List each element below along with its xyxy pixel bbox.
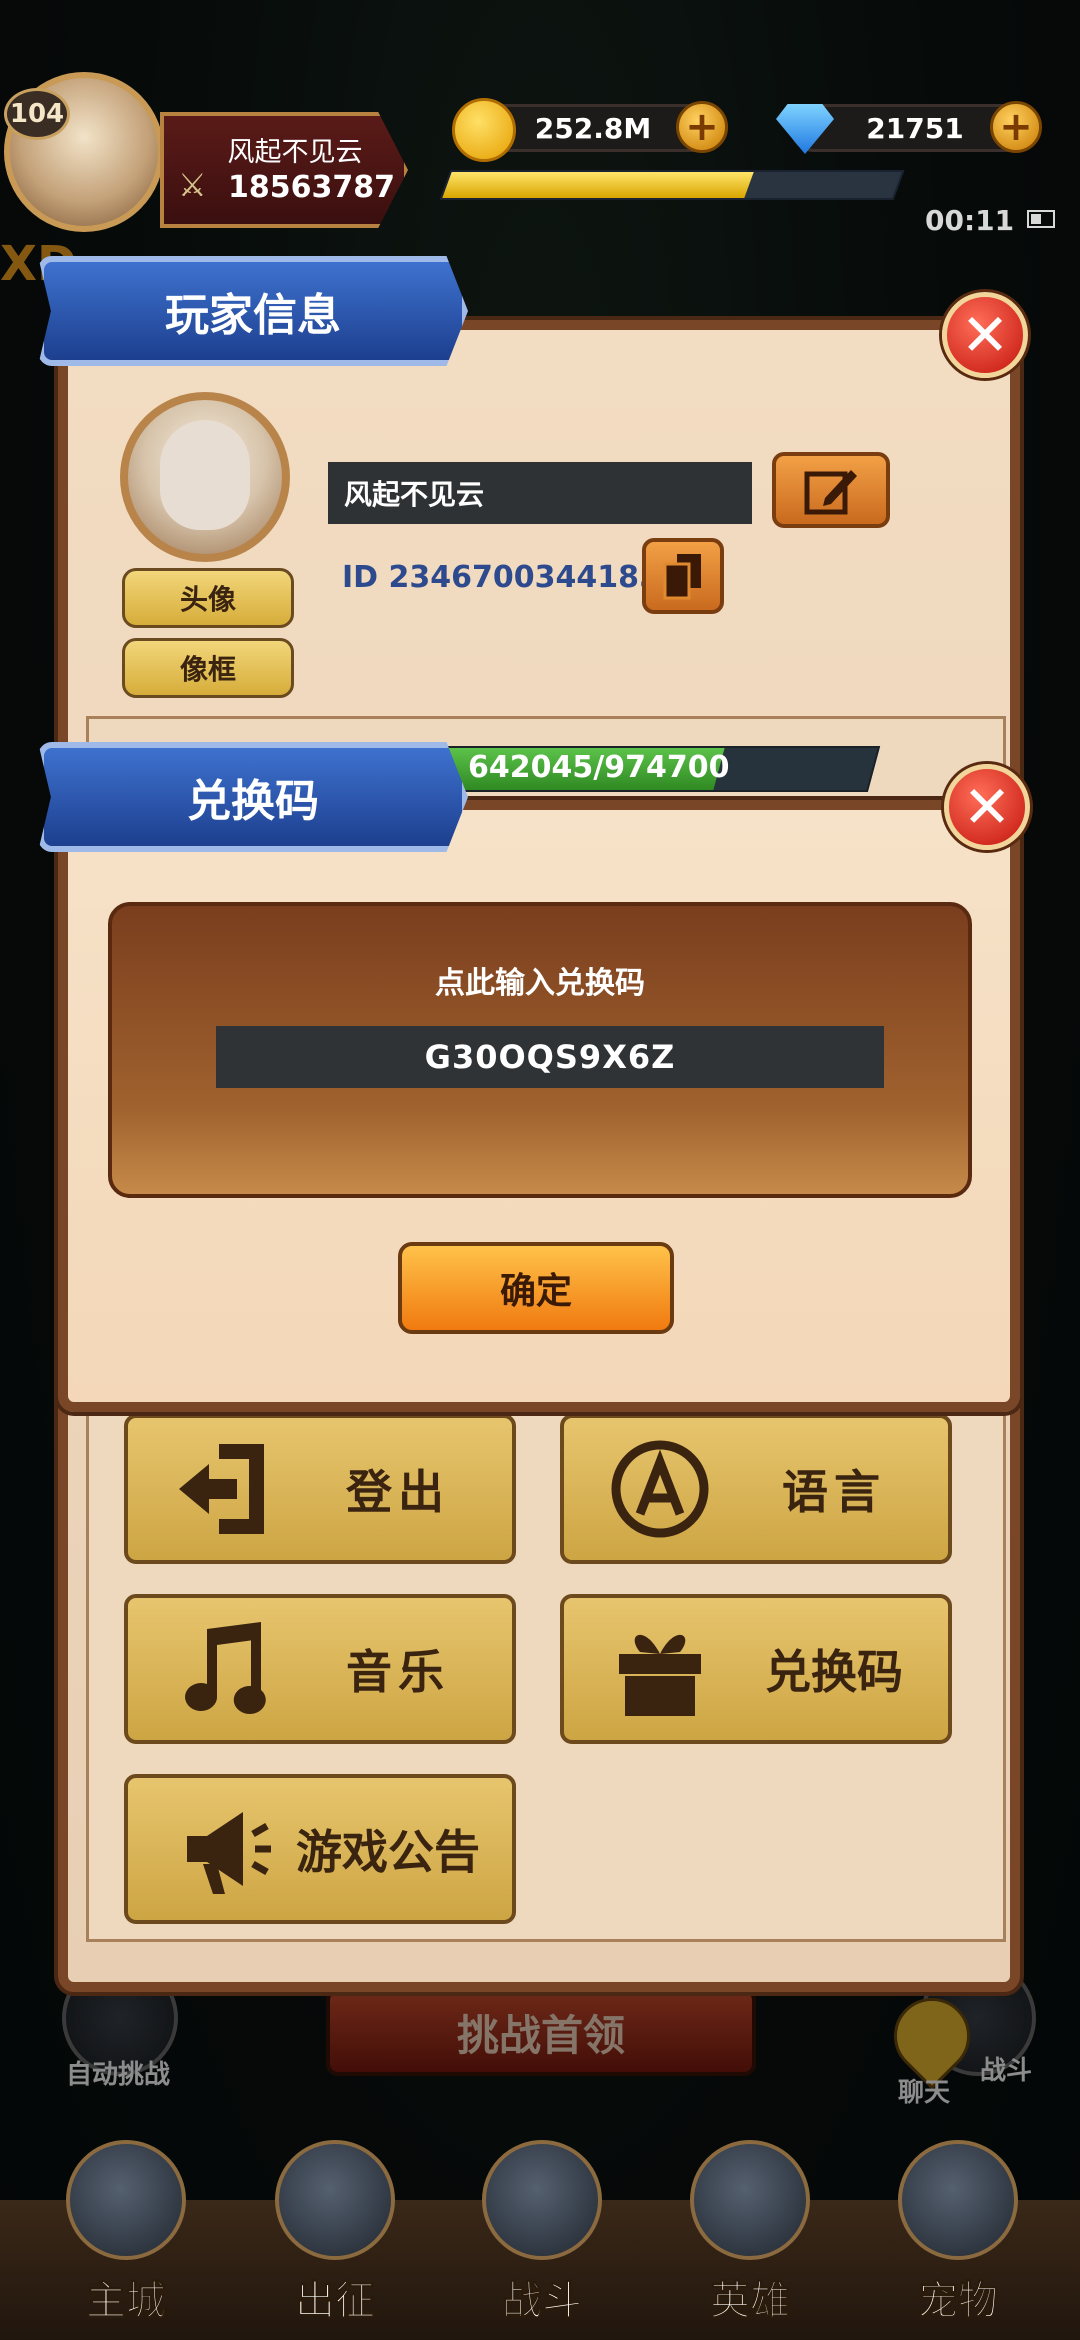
avatar-button[interactable]: 头像: [122, 568, 294, 628]
crossed-swords-icon: ⚔: [178, 166, 207, 204]
nav-label: 出征: [295, 2278, 376, 2325]
logout-icon: [164, 1429, 284, 1549]
language-label: 语言: [782, 1465, 886, 1519]
hero-icon: [690, 2140, 810, 2260]
redeem-code-button[interactable]: 兑换码: [560, 1594, 952, 1744]
redeem-prompt: 点此输入兑换码: [435, 966, 645, 1001]
add-gold-button[interactable]: +: [676, 101, 728, 153]
announcement-button[interactable]: 游戏公告: [124, 1774, 516, 1924]
nav-item-2[interactable]: 战斗: [452, 2140, 632, 2340]
nav-item-1[interactable]: 出征: [245, 2140, 425, 2340]
player-avatar-portrait: [160, 420, 250, 530]
castle-icon: [66, 2140, 186, 2260]
player-id: ID 2346700344185: [342, 560, 660, 595]
gold-value: 252.8M: [534, 111, 652, 145]
clock-time: 00:11: [925, 204, 1015, 237]
redeem-close-button[interactable]: ✕: [944, 764, 1030, 850]
nav-label: 宠物: [918, 2278, 999, 2325]
language-button[interactable]: 语言: [560, 1414, 952, 1564]
gem-value: 21751: [866, 111, 964, 145]
hud-level-badge: 104: [4, 88, 70, 140]
battle-icon: [482, 2140, 602, 2260]
player-xp-text: 642045/974700: [468, 750, 730, 785]
nav-label: 战斗: [502, 2278, 583, 2325]
logout-button[interactable]: 登出: [124, 1414, 516, 1564]
redeem-title: 兑换码: [38, 742, 468, 852]
nav-item-4[interactable]: 宠物: [868, 2140, 1048, 2340]
nav-label: 主城: [86, 2278, 167, 2325]
copy-icon: [663, 554, 701, 600]
redeem-code-label: 兑换码: [765, 1645, 903, 1699]
edit-pencil-icon: [804, 470, 857, 515]
logout-label: 登出: [346, 1465, 450, 1519]
pet-icon: [898, 2140, 1018, 2260]
nav-label: 英雄: [710, 2278, 791, 2325]
nav-item-0[interactable]: 主城: [36, 2140, 216, 2340]
copy-id-button[interactable]: [642, 538, 724, 614]
redeem-code-input[interactable]: [216, 1026, 884, 1088]
frame-button[interactable]: 像框: [122, 638, 294, 698]
announcement-label: 游戏公告: [296, 1825, 480, 1879]
hud-xp-bar: [439, 170, 905, 200]
gift-icon: [600, 1609, 720, 1729]
battery-icon: [1027, 210, 1055, 228]
hud-xp-fill: [442, 172, 754, 198]
add-gem-button[interactable]: +: [990, 101, 1042, 153]
player-name-text: 风起不见云: [344, 478, 485, 511]
player-name-field: 风起不见云: [328, 462, 752, 524]
language-icon: [600, 1429, 720, 1549]
edit-name-button[interactable]: [772, 452, 890, 528]
music-button[interactable]: 音乐: [124, 1594, 516, 1744]
nav-item-3[interactable]: 英雄: [660, 2140, 840, 2340]
music-note-icon: [164, 1609, 284, 1729]
expedition-icon: [275, 2140, 395, 2260]
confirm-button[interactable]: 确定: [398, 1242, 674, 1334]
player-info-close-button[interactable]: ✕: [942, 292, 1028, 378]
hud-player-name: 风起不见云: [227, 137, 363, 168]
hud-power-value: 18563787: [228, 170, 395, 205]
gold-coin-icon: [452, 98, 516, 162]
player-info-title: 玩家信息: [38, 256, 468, 366]
music-label: 音乐: [346, 1645, 450, 1699]
